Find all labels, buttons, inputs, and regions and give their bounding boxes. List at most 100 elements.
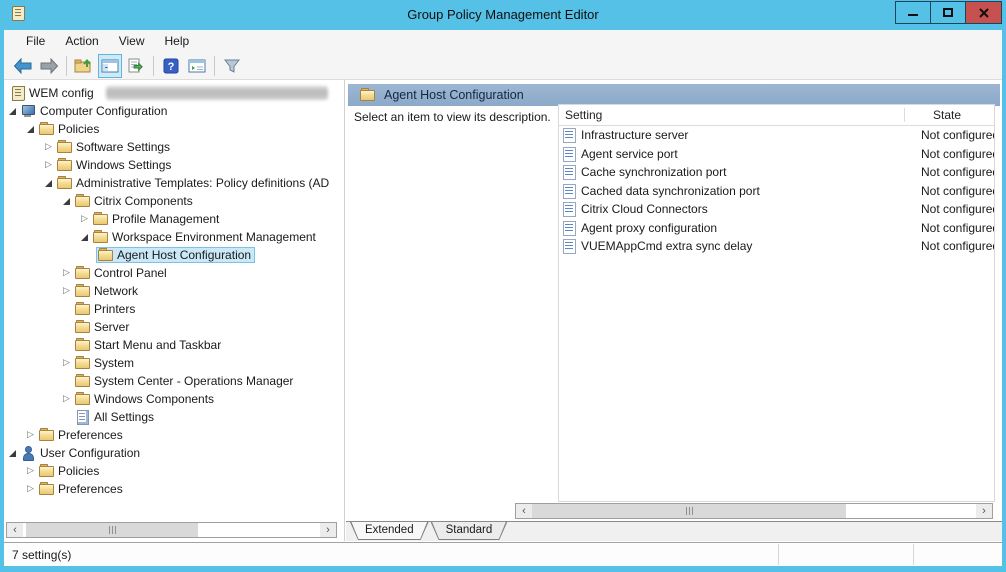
menu-file[interactable]: File — [16, 32, 55, 50]
policy-setting-icon — [563, 165, 576, 179]
folder-icon — [75, 266, 91, 280]
tab-extended[interactable]: Extended — [350, 522, 429, 540]
help-button[interactable]: ? — [159, 54, 183, 78]
results-pane: Agent Host Configuration Select an item … — [346, 80, 1002, 541]
minimize-button[interactable] — [895, 1, 931, 24]
console-tree-pane: WEM config Computer Configuration Polici… — [4, 80, 343, 541]
chevron-expanded-icon[interactable] — [6, 450, 19, 457]
folder-icon — [75, 338, 91, 352]
tree-item-windows-settings[interactable]: Windows Settings — [4, 156, 343, 174]
status-bar: 7 setting(s) — [4, 542, 1002, 566]
setting-row-agent-proxy-configuration[interactable]: Agent proxy configuration Not configured — [559, 219, 994, 238]
results-pane-header: Agent Host Configuration — [348, 84, 1000, 106]
tree-item-software-settings[interactable]: Software Settings — [4, 138, 343, 156]
tree-horizontal-scrollbar[interactable] — [6, 522, 337, 538]
list-horizontal-scrollbar[interactable] — [515, 503, 993, 519]
tree-item-network[interactable]: Network — [4, 282, 343, 300]
tree-item-printers[interactable]: Printers — [4, 300, 343, 318]
minimize-icon — [906, 6, 920, 20]
chevron-collapsed-icon[interactable] — [42, 142, 55, 152]
chevron-collapsed-icon[interactable] — [78, 214, 91, 224]
column-header-state[interactable]: State — [905, 108, 961, 122]
tree-item-preferences-computer[interactable]: Preferences — [4, 426, 343, 444]
tab-standard[interactable]: Standard — [431, 522, 508, 540]
tree-item-wem-config[interactable]: WEM config — [4, 84, 343, 102]
pane-splitter[interactable] — [344, 80, 345, 541]
scroll-right-icon[interactable] — [320, 523, 336, 537]
gpo-scroll-icon — [10, 86, 26, 100]
chevron-expanded-icon[interactable] — [6, 108, 19, 115]
chevron-collapsed-icon[interactable] — [60, 268, 73, 278]
close-button[interactable] — [965, 1, 1002, 24]
setting-row-cache-synchronization-port[interactable]: Cache synchronization port Not configure… — [559, 163, 994, 182]
tree-item-citrix-components[interactable]: Citrix Components — [4, 192, 343, 210]
column-header-setting[interactable]: Setting — [559, 108, 905, 122]
chevron-collapsed-icon[interactable] — [60, 358, 73, 368]
back-button[interactable] — [11, 54, 35, 78]
show-console-tree-button[interactable] — [98, 54, 122, 78]
scrollbar-thumb[interactable] — [532, 504, 846, 518]
tree-item-start-menu-and-taskbar[interactable]: Start Menu and Taskbar — [4, 336, 343, 354]
scrollbar-track[interactable] — [532, 504, 976, 518]
chevron-expanded-icon[interactable] — [78, 234, 91, 241]
tree-item-workspace-environment-management[interactable]: Workspace Environment Management — [4, 228, 343, 246]
tree-item-computer-configuration[interactable]: Computer Configuration — [4, 102, 343, 120]
maximize-button[interactable] — [930, 1, 966, 24]
tree-item-user-configuration[interactable]: User Configuration — [4, 444, 343, 462]
setting-row-citrix-cloud-connectors[interactable]: Citrix Cloud Connectors Not configured — [559, 200, 994, 219]
chevron-expanded-icon[interactable] — [60, 198, 73, 205]
window-title: Group Policy Management Editor — [0, 7, 1006, 22]
view-tabs: Extended Standard — [346, 521, 1002, 541]
menu-action[interactable]: Action — [55, 32, 108, 50]
tree-item-agent-host-configuration[interactable]: Agent Host Configuration — [4, 246, 343, 264]
scroll-left-icon[interactable] — [7, 523, 23, 537]
folder-icon — [93, 230, 109, 244]
chevron-expanded-icon[interactable] — [24, 126, 37, 133]
forward-button[interactable] — [37, 54, 61, 78]
tree-item-windows-components[interactable]: Windows Components — [4, 390, 343, 408]
setting-row-cached-data-synchronization-port[interactable]: Cached data synchronization port Not con… — [559, 182, 994, 201]
tree-item-control-panel[interactable]: Control Panel — [4, 264, 343, 282]
tree-item-system-center-operations-manager[interactable]: System Center - Operations Manager — [4, 372, 343, 390]
scrollbar-thumb[interactable] — [26, 523, 198, 537]
setting-row-agent-service-port[interactable]: Agent service port Not configured — [559, 145, 994, 164]
toolbar-separator — [66, 56, 67, 76]
svg-text:?: ? — [168, 61, 175, 73]
tree-item-policies-user[interactable]: Policies — [4, 462, 343, 480]
up-one-level-button[interactable] — [72, 54, 96, 78]
menu-help[interactable]: Help — [155, 32, 200, 50]
chevron-collapsed-icon[interactable] — [24, 484, 37, 494]
policy-setting-icon — [563, 128, 576, 142]
scrollbar-track[interactable] — [23, 523, 320, 537]
chevron-collapsed-icon[interactable] — [42, 160, 55, 170]
chevron-collapsed-icon[interactable] — [24, 466, 37, 476]
help-icon: ? — [163, 58, 179, 74]
folder-icon — [39, 428, 55, 442]
title-bar[interactable]: Group Policy Management Editor — [0, 0, 1006, 30]
action-pane-button[interactable] — [185, 54, 209, 78]
setting-row-infrastructure-server[interactable]: Infrastructure server Not configured — [559, 126, 994, 145]
setting-row-vuemappcmd-extra-sync-delay[interactable]: VUEMAppCmd extra sync delay Not configur… — [559, 237, 994, 256]
computer-icon — [21, 104, 37, 118]
scroll-right-icon[interactable] — [976, 504, 992, 518]
filter-button[interactable] — [220, 54, 244, 78]
list-header: Setting State — [559, 105, 994, 126]
chevron-expanded-icon[interactable] — [42, 180, 55, 187]
tree-item-policies[interactable]: Policies — [4, 120, 343, 138]
status-text: 7 setting(s) — [12, 548, 71, 562]
chevron-collapsed-icon[interactable] — [60, 394, 73, 404]
tree-item-server[interactable]: Server — [4, 318, 343, 336]
tree-item-preferences-user[interactable]: Preferences — [4, 480, 343, 498]
tree-item-system[interactable]: System — [4, 354, 343, 372]
chevron-collapsed-icon[interactable] — [60, 286, 73, 296]
scroll-left-icon[interactable] — [516, 504, 532, 518]
chevron-collapsed-icon[interactable] — [24, 430, 37, 440]
tree-item-profile-management[interactable]: Profile Management — [4, 210, 343, 228]
policy-setting-icon — [563, 239, 576, 253]
export-list-button[interactable] — [124, 54, 148, 78]
menu-view[interactable]: View — [109, 32, 155, 50]
tree-item-administrative-templates[interactable]: Administrative Templates: Policy definit… — [4, 174, 343, 192]
policy-setting-icon — [563, 202, 576, 216]
tree-item-all-settings[interactable]: All Settings — [4, 408, 343, 426]
folder-icon — [39, 482, 55, 496]
